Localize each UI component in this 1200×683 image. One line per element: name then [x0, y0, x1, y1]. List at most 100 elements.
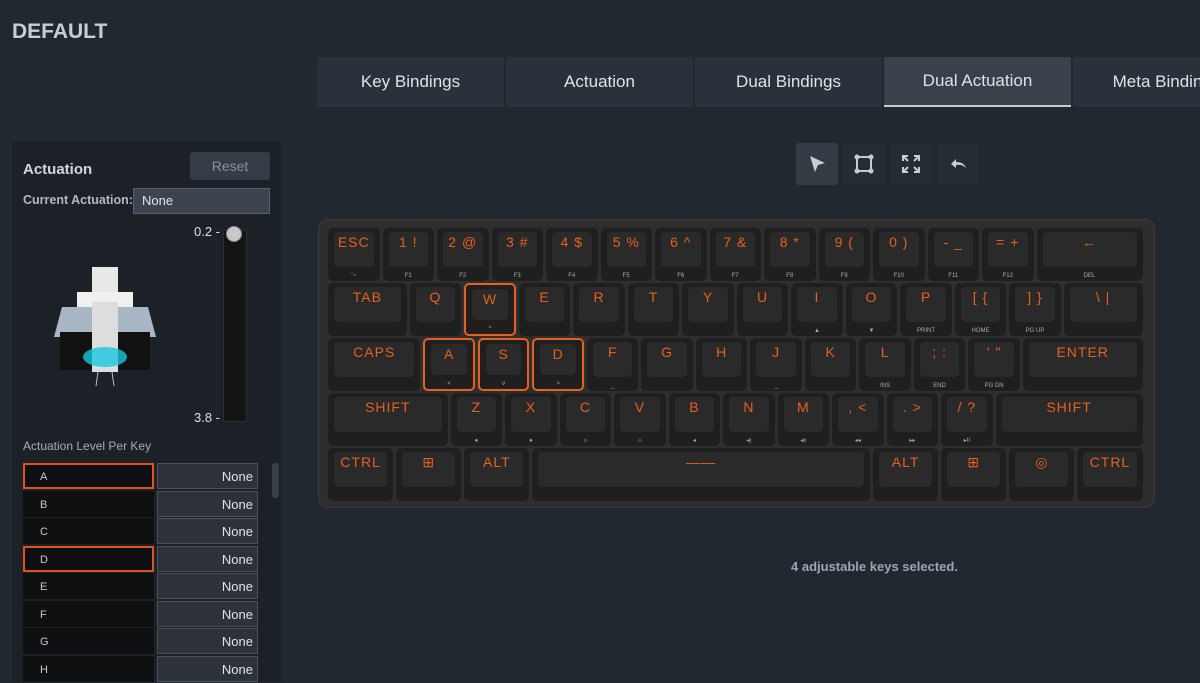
key-j[interactable]: J_: [750, 338, 802, 391]
per-key-row[interactable]: HNone: [23, 656, 259, 683]
key-[interactable]: ⊞: [396, 448, 461, 501]
tab-dual-bindings[interactable]: Dual Bindings: [695, 57, 882, 107]
per-key-name[interactable]: H: [23, 656, 154, 682]
key-shift[interactable]: SHIFT: [328, 393, 448, 446]
marquee-select-icon[interactable]: [843, 143, 885, 185]
per-key-value[interactable]: None: [157, 656, 258, 682]
key-tab[interactable]: TAB: [328, 283, 407, 336]
key-[interactable]: ←DEL: [1037, 228, 1143, 281]
per-key-value[interactable]: None: [157, 546, 258, 572]
per-key-value[interactable]: None: [157, 491, 258, 517]
key-r[interactable]: R: [573, 283, 625, 336]
per-key-row[interactable]: DNone: [23, 546, 259, 574]
key-[interactable]: ——: [532, 448, 870, 501]
key-enter[interactable]: ENTER: [1023, 338, 1143, 391]
key-4[interactable]: 4 $F4: [546, 228, 598, 281]
per-key-name[interactable]: D: [23, 546, 154, 572]
key-e[interactable]: E: [519, 283, 571, 336]
per-key-value[interactable]: None: [157, 628, 258, 654]
key-z[interactable]: Z●: [451, 393, 503, 446]
tab-key-bindings[interactable]: Key Bindings: [317, 57, 504, 107]
key-p[interactable]: PPRINT: [900, 283, 952, 336]
select-arrow-icon[interactable]: [796, 143, 838, 185]
key-ctrl[interactable]: CTRL: [1077, 448, 1142, 501]
key-g[interactable]: G: [641, 338, 693, 391]
actuation-slider[interactable]: [223, 230, 247, 422]
per-key-row[interactable]: ENone: [23, 573, 259, 601]
key-[interactable]: - _F11: [928, 228, 980, 281]
key-b[interactable]: B◂: [669, 393, 721, 446]
key-esc[interactable]: ESC`~: [328, 228, 380, 281]
key-alt[interactable]: ALT: [464, 448, 529, 501]
key-shift[interactable]: SHIFT: [996, 393, 1143, 446]
key-t[interactable]: T: [628, 283, 680, 336]
key-v[interactable]: V☼: [614, 393, 666, 446]
key-0[interactable]: 0 )F10: [873, 228, 925, 281]
per-key-name[interactable]: C: [23, 518, 154, 544]
key-n[interactable]: N◂): [723, 393, 775, 446]
key-7[interactable]: 7 &F7: [710, 228, 762, 281]
per-key-row[interactable]: CNone: [23, 518, 259, 546]
key-[interactable]: ⊞: [941, 448, 1006, 501]
tab-actuation[interactable]: Actuation: [506, 57, 693, 107]
key-6[interactable]: 6 ^F6: [655, 228, 707, 281]
key-label: [ {: [955, 289, 1007, 305]
key-[interactable]: \ |: [1064, 283, 1143, 336]
key-9[interactable]: 9 (F9: [819, 228, 871, 281]
per-key-value[interactable]: None: [157, 463, 258, 489]
key-[interactable]: ◎: [1009, 448, 1074, 501]
per-key-name[interactable]: B: [23, 491, 154, 517]
key-c[interactable]: C☼: [560, 393, 612, 446]
reset-button[interactable]: Reset: [190, 152, 270, 180]
per-key-name[interactable]: G: [23, 628, 154, 654]
key-l[interactable]: LINS: [859, 338, 911, 391]
key-[interactable]: ; :END: [914, 338, 966, 391]
key-o[interactable]: O▼: [846, 283, 898, 336]
per-key-row[interactable]: GNone: [23, 628, 259, 656]
key-h[interactable]: H: [696, 338, 748, 391]
key-[interactable]: ] }PG UP: [1009, 283, 1061, 336]
per-key-row[interactable]: FNone: [23, 601, 259, 629]
per-key-name[interactable]: A: [23, 463, 154, 489]
key-alt[interactable]: ALT: [873, 448, 938, 501]
per-key-name[interactable]: E: [23, 573, 154, 599]
key-caps[interactable]: CAPS: [328, 338, 420, 391]
expand-icon[interactable]: [890, 143, 932, 185]
key-m[interactable]: M◂x: [778, 393, 830, 446]
key-d[interactable]: D>: [532, 338, 584, 391]
tab-meta-bindings[interactable]: Meta Bindings: [1073, 57, 1200, 107]
per-key-value[interactable]: None: [157, 573, 258, 599]
key-2[interactable]: 2 @F2: [437, 228, 489, 281]
tab-dual-actuation[interactable]: Dual Actuation: [884, 57, 1071, 107]
key-1[interactable]: 1 !F1: [383, 228, 435, 281]
key-x[interactable]: X●: [505, 393, 557, 446]
key-w[interactable]: W^: [464, 283, 516, 336]
key-5[interactable]: 5 %F5: [601, 228, 653, 281]
key-a[interactable]: A<: [423, 338, 475, 391]
per-key-value[interactable]: None: [157, 601, 258, 627]
key-[interactable]: , <◂◂: [832, 393, 884, 446]
slider-thumb[interactable]: [226, 226, 242, 242]
key-k[interactable]: K: [805, 338, 857, 391]
key-i[interactable]: I▲: [791, 283, 843, 336]
per-key-row[interactable]: ANone: [23, 463, 259, 491]
list-scrollbar[interactable]: [272, 463, 279, 498]
key-ctrl[interactable]: CTRL: [328, 448, 393, 501]
key-[interactable]: ' "PG DN: [968, 338, 1020, 391]
key-8[interactable]: 8 *F8: [764, 228, 816, 281]
key-[interactable]: . >▸▸: [887, 393, 939, 446]
per-key-value[interactable]: None: [157, 518, 258, 544]
key-3[interactable]: 3 #F3: [492, 228, 544, 281]
undo-icon[interactable]: [937, 143, 979, 185]
key-[interactable]: [ {HOME: [955, 283, 1007, 336]
key-[interactable]: / ?▸II: [941, 393, 993, 446]
key-q[interactable]: Q: [410, 283, 462, 336]
key-y[interactable]: Y: [682, 283, 734, 336]
key-s[interactable]: Sv: [478, 338, 530, 391]
key-f[interactable]: F_: [587, 338, 639, 391]
per-key-name[interactable]: F: [23, 601, 154, 627]
per-key-row[interactable]: BNone: [23, 491, 259, 519]
key-[interactable]: = +F12: [982, 228, 1034, 281]
current-actuation-field[interactable]: None: [133, 188, 270, 214]
key-u[interactable]: U: [737, 283, 789, 336]
